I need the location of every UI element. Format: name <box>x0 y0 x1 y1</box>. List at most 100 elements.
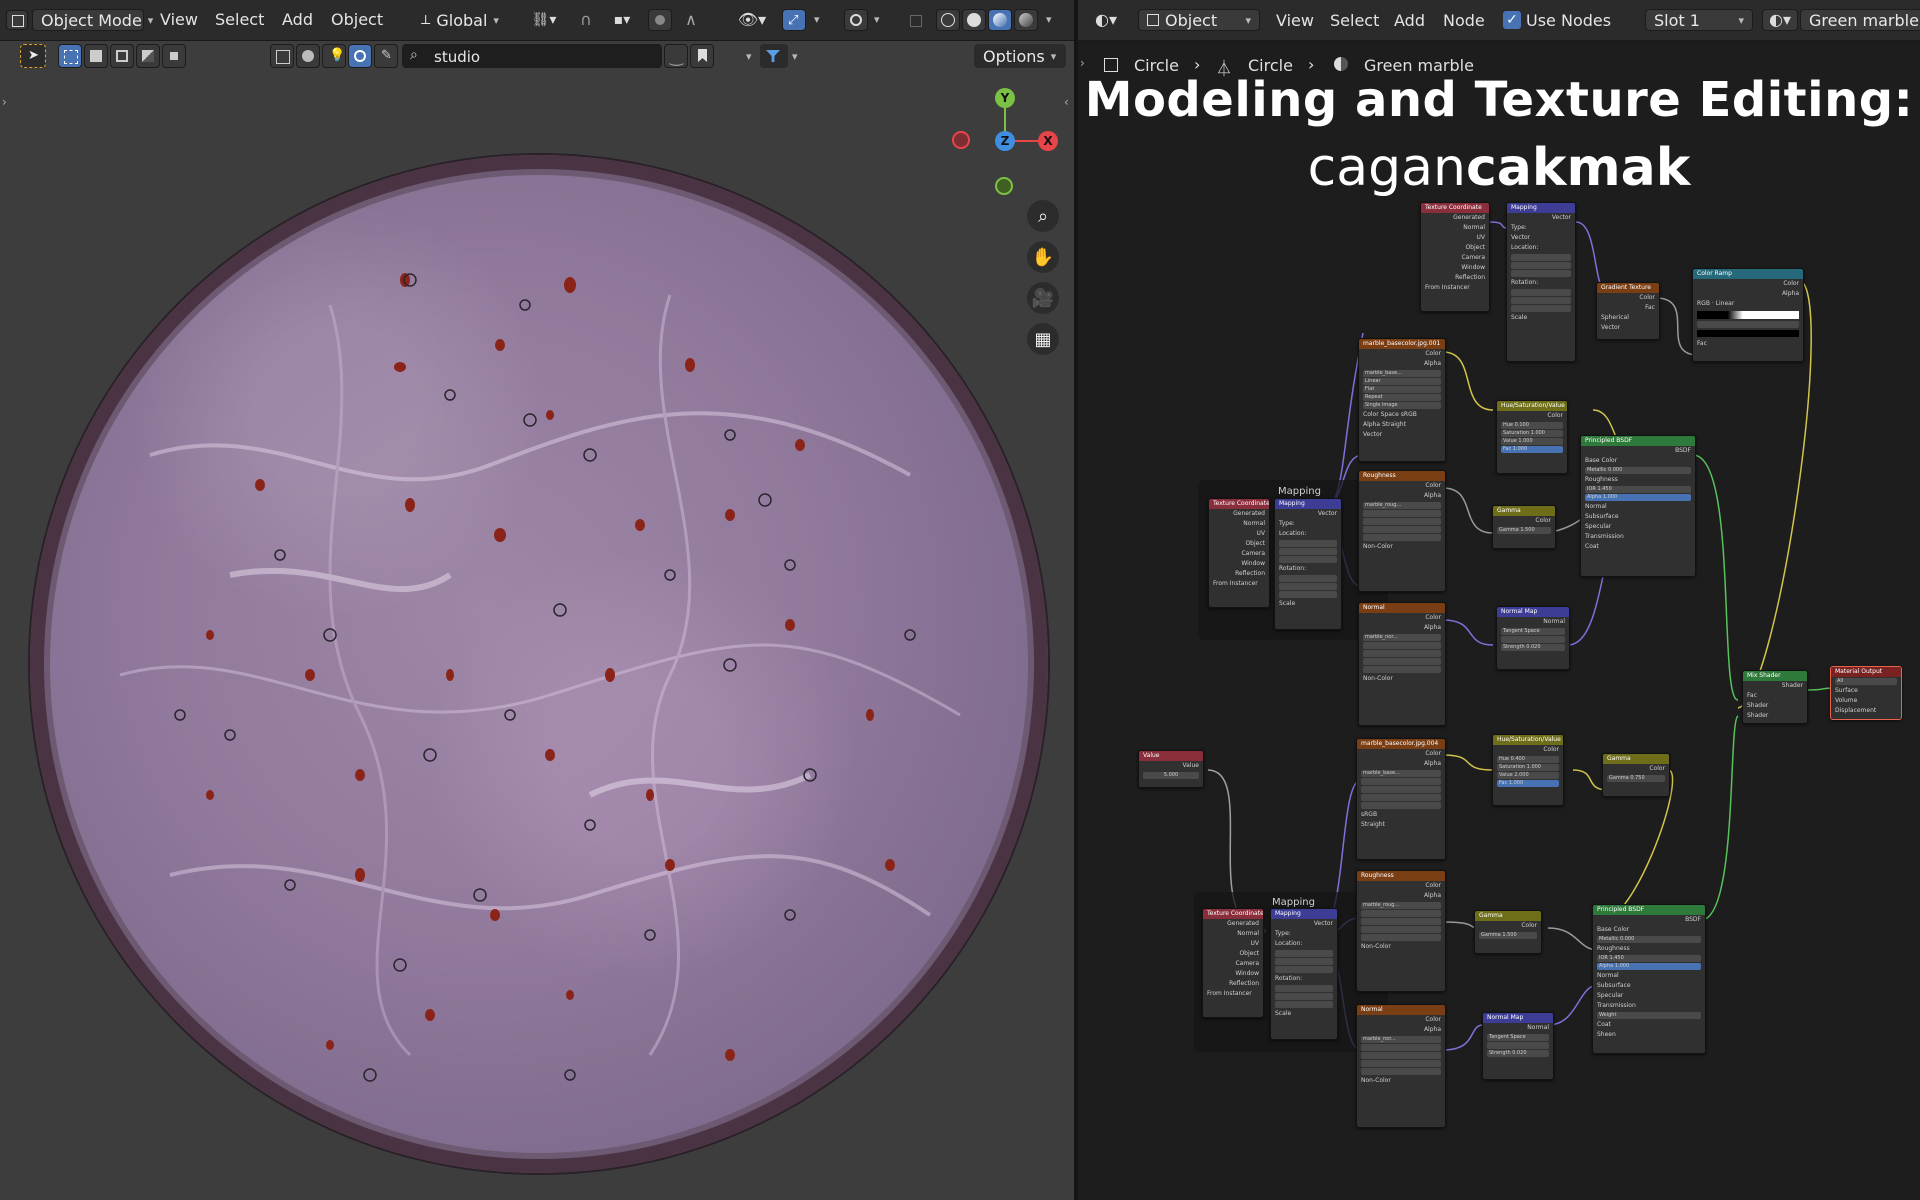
metallic-field[interactable]: Metallic 0.000 <box>1585 467 1691 474</box>
field[interactable] <box>1279 575 1337 582</box>
field[interactable] <box>1363 510 1441 517</box>
field[interactable] <box>1363 658 1441 665</box>
cs-value[interactable]: sRGB <box>1357 810 1445 820</box>
field[interactable] <box>1697 321 1799 328</box>
field[interactable] <box>1361 918 1441 925</box>
node-texture-coordinate-3[interactable]: Texture Coordinate Generated Normal UV O… <box>1202 908 1264 1018</box>
node-hue-saturation[interactable]: Hue/Saturation/Value Color Hue 0.100 Sat… <box>1496 400 1568 474</box>
field[interactable] <box>1363 666 1441 673</box>
field[interactable] <box>1511 254 1571 261</box>
menu-view[interactable]: View <box>160 10 198 29</box>
weight-field[interactable]: Weight <box>1597 1012 1701 1019</box>
node-image-roughness-2[interactable]: Roughness Color Alpha marble_roug... Non… <box>1356 870 1446 992</box>
target-field[interactable]: All <box>1835 678 1897 685</box>
field[interactable] <box>1361 910 1441 917</box>
image-selector[interactable]: marble_nor... <box>1363 634 1441 641</box>
hdri-toggle-scene-world[interactable] <box>296 44 320 68</box>
node-image-basecolor[interactable]: marble_basecolor.jpg.001 Color Alpha mar… <box>1358 338 1446 462</box>
menu-add[interactable]: Add <box>282 10 313 29</box>
field[interactable] <box>1279 591 1337 598</box>
shading-rendered[interactable] <box>1014 9 1038 31</box>
node-normal-map[interactable]: Normal Map Normal Tangent Space Strength… <box>1496 606 1570 670</box>
node-gradient-texture[interactable]: Gradient Texture Color Fac Spherical Vec… <box>1596 282 1660 340</box>
field[interactable] <box>1361 926 1441 933</box>
node-gamma-2[interactable]: Gamma Color Gamma 0.750 <box>1602 753 1670 797</box>
ramp-mode[interactable]: RGB <box>1697 300 1710 307</box>
proj-field[interactable]: Flat <box>1363 386 1441 393</box>
hdri-toggle-lights[interactable]: 💡 <box>322 44 346 68</box>
shader-editor[interactable]: ◐▾ Object ▾ View Select Add Node ✓ Use No… <box>1078 0 1920 1200</box>
node-mapping[interactable]: Mapping Vector Type: Vector Location: Ro… <box>1506 202 1576 362</box>
field[interactable] <box>1361 934 1441 941</box>
gizmo-z-axis[interactable]: Z <box>995 131 1015 151</box>
visibility-button[interactable]: 👁▾ <box>732 9 772 31</box>
pivot-point-button[interactable]: ⛓▾ <box>526 9 562 31</box>
hue-field[interactable]: Hue 0.400 <box>1497 756 1559 763</box>
ramp-swatch[interactable] <box>1697 330 1799 337</box>
field[interactable] <box>1361 1068 1441 1075</box>
alpha-value[interactable]: Straight <box>1357 820 1445 830</box>
image-selector[interactable]: marble_roug... <box>1361 902 1441 909</box>
select-mode-subtract[interactable] <box>110 44 134 68</box>
select-mode-set[interactable] <box>58 44 82 68</box>
node-image-normal[interactable]: Normal Color Alpha marble_nor... Non-Col… <box>1358 602 1446 726</box>
menu-select[interactable]: Select <box>215 10 264 29</box>
field[interactable] <box>1361 778 1441 785</box>
gizmo-x-axis[interactable]: X <box>1038 131 1058 151</box>
field[interactable] <box>1279 583 1337 590</box>
node-image-basecolor-2[interactable]: marble_basecolor.jpg.004 Color Alpha mar… <box>1356 738 1446 860</box>
gamma-field[interactable]: Gamma 0.750 <box>1607 775 1665 782</box>
alpha-field[interactable]: Alpha 1.000 <box>1597 963 1701 970</box>
field[interactable] <box>1361 1044 1441 1051</box>
field[interactable] <box>1275 1001 1333 1008</box>
node-principled-bsdf[interactable]: Principled BSDF BSDF Base Color Metallic… <box>1580 435 1696 577</box>
shading-solid[interactable] <box>962 9 986 31</box>
space-field[interactable]: Tangent Space <box>1501 628 1565 635</box>
field[interactable] <box>1275 950 1333 957</box>
field[interactable] <box>1361 1060 1441 1067</box>
field[interactable] <box>1363 534 1441 541</box>
node-mix-shader[interactable]: Mix Shader Shader Fac Shader Shader <box>1742 670 1808 724</box>
marble-plate[interactable] <box>30 155 1048 1173</box>
hdri-search-field[interactable]: ⌕ studio <box>402 44 662 68</box>
hdri-toggle-scene-lights[interactable] <box>270 44 294 68</box>
fac-field[interactable]: Fac 1.000 <box>1501 446 1563 453</box>
field[interactable] <box>1363 642 1441 649</box>
field[interactable] <box>1361 1052 1441 1059</box>
field[interactable] <box>1279 548 1337 555</box>
region-toggle-left[interactable]: › <box>2 95 7 109</box>
ramp-gradient[interactable] <box>1697 311 1799 319</box>
xray-toggle[interactable] <box>904 9 926 31</box>
gizmo-neg-y[interactable] <box>995 177 1013 195</box>
field[interactable] <box>1511 297 1571 304</box>
field[interactable] <box>1363 526 1441 533</box>
gizmo-dropdown[interactable]: ▾ <box>814 13 820 26</box>
alpha-field[interactable]: Alpha 1.000 <box>1585 494 1691 501</box>
image-selector[interactable]: marble_nor... <box>1361 1036 1441 1043</box>
field[interactable] <box>1279 540 1337 547</box>
select-mode-extend[interactable] <box>84 44 108 68</box>
snap-target-button[interactable]: ▪▾ <box>604 9 640 31</box>
options-dropdown[interactable]: Options ▾ <box>974 44 1066 68</box>
select-tool-button[interactable]: ➤ <box>20 44 46 68</box>
bookmark-dropdown[interactable]: ▾ <box>746 50 752 63</box>
field[interactable] <box>1511 289 1571 296</box>
image-selector[interactable]: marble_roug... <box>1363 502 1441 509</box>
axis-gizmo[interactable]: Y X Z <box>950 86 1060 201</box>
panel-label[interactable]: Transmission <box>1593 1001 1705 1011</box>
hdri-toggle-brush[interactable]: ✎ <box>374 44 398 68</box>
source-field[interactable]: Single Image <box>1363 402 1441 409</box>
panel-label[interactable]: Subsurface <box>1593 981 1705 991</box>
gamma-field[interactable]: Gamma 1.500 <box>1497 527 1551 534</box>
node-mapping-2[interactable]: Mapping Vector Type: Location: Rotation:… <box>1274 498 1342 630</box>
bookmark-button[interactable] <box>690 44 714 68</box>
node-texture-coordinate[interactable]: Texture Coordinate Generated Normal UV O… <box>1420 202 1490 312</box>
strength-field[interactable]: Strength 0.020 <box>1487 1050 1549 1057</box>
hue-field[interactable]: Hue 0.100 <box>1501 422 1563 429</box>
mode-dropdown[interactable]: Object Mode ▾ <box>32 9 153 31</box>
node-gamma[interactable]: Gamma Color Gamma 1.500 <box>1492 505 1556 549</box>
ior-field[interactable]: IOR 1.450 <box>1597 955 1701 962</box>
space-field[interactable]: Tangent Space <box>1487 1034 1549 1041</box>
node-texture-coordinate-2[interactable]: Texture Coordinate Generated Normal UV O… <box>1208 498 1270 608</box>
hdri-toggle-world[interactable] <box>348 44 372 68</box>
